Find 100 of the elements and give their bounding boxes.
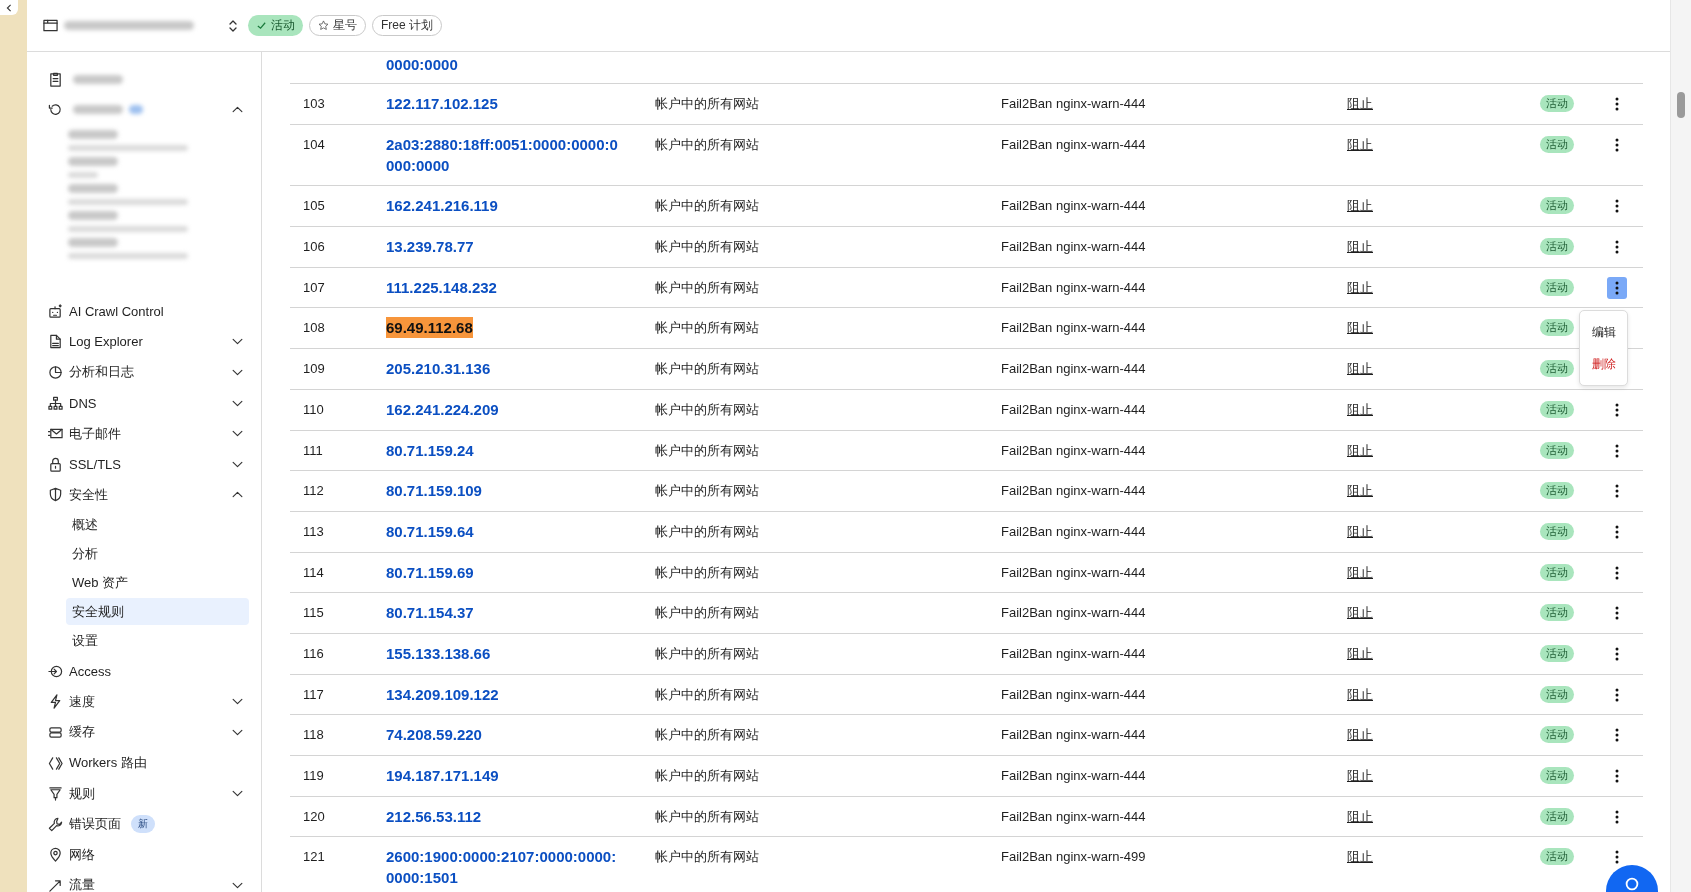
- ip-address-link[interactable]: 2600:1900:0000:2107:0000:0000:0000:1501: [386, 846, 619, 889]
- row-number: 120: [303, 808, 325, 824]
- star-label: 星号: [333, 17, 357, 34]
- action-link[interactable]: 阻止: [1347, 401, 1373, 417]
- vertical-dots-icon: [1615, 484, 1619, 499]
- action-link[interactable]: 阻止: [1347, 279, 1373, 295]
- menu-item[interactable]: 删除: [1591, 355, 1616, 372]
- ip-address-link[interactable]: 80.71.159.69: [386, 561, 474, 583]
- sidebar-item[interactable]: 分析和日志: [48, 357, 249, 388]
- ip-address-link[interactable]: 69.49.112.68: [386, 317, 473, 339]
- sidebar-item[interactable]: SSL/TLS: [48, 448, 249, 480]
- table-cell: 帐户中的所有网站: [655, 808, 759, 824]
- sidebar-item[interactable]: 网络: [48, 839, 249, 871]
- status-badge: 活动: [1540, 441, 1574, 459]
- action-link[interactable]: 阻止: [1347, 442, 1373, 458]
- table-cell: 帐户中的所有网站: [655, 645, 759, 661]
- status-badge: 活动: [1540, 319, 1574, 337]
- row-number: 107: [303, 279, 325, 295]
- sidebar-item[interactable]: AI Crawl Control: [48, 296, 249, 327]
- sidebar-item[interactable]: DNS: [48, 387, 249, 419]
- table-cell: 帐户中的所有网站: [655, 96, 759, 111]
- action-link[interactable]: 阻止: [1347, 849, 1373, 865]
- action-link[interactable]: 阻止: [1347, 727, 1373, 743]
- sidebar-item[interactable]: 错误页面 新: [48, 808, 249, 840]
- menu-item[interactable]: 编辑: [1591, 323, 1616, 340]
- row-number: 121: [303, 849, 325, 865]
- ip-address-link[interactable]: 205.210.31.136: [386, 358, 491, 380]
- action-link[interactable]: 阻止: [1347, 686, 1373, 702]
- status-badge: 活动: [1540, 95, 1574, 112]
- ip-address-link[interactable]: 194.187.171.149: [386, 765, 499, 786]
- sidebar-item[interactable]: Access: [48, 655, 249, 687]
- action-link[interactable]: 阻止: [1347, 198, 1373, 214]
- back-button[interactable]: [0, 0, 18, 15]
- sidebar-item[interactable]: 规则: [48, 778, 249, 809]
- status-badge: 活动: [1540, 807, 1574, 825]
- ip-address-link[interactable]: 80.71.159.109: [386, 480, 482, 502]
- vertical-dots-icon: [1615, 524, 1619, 539]
- ip-address-link[interactable]: 2a03:2880:18ff:0051:0000:0000:0000:0000: [386, 133, 619, 176]
- more-options-button[interactable]: [1607, 276, 1627, 299]
- ip-address-link[interactable]: 0000:0000: [386, 54, 458, 75]
- ip-address-link[interactable]: 155.133.138.66: [386, 642, 491, 664]
- table-cell: 帐户中的所有网站: [655, 239, 759, 255]
- sidebar-subitem[interactable]: 分析: [66, 540, 249, 568]
- sidebar-item[interactable]: 电子邮件: [48, 418, 249, 449]
- sidebar-item[interactable]: 流量: [48, 870, 249, 892]
- table-cell: Fail2Ban nginx-warn-444: [1001, 442, 1146, 458]
- action-link[interactable]: 阻止: [1347, 320, 1373, 336]
- action-link[interactable]: 阻止: [1347, 96, 1373, 111]
- ip-address-link[interactable]: 162.241.224.209: [386, 398, 499, 420]
- action-link[interactable]: 阻止: [1347, 239, 1373, 255]
- sidebar-subitem[interactable]: Web 资产: [66, 569, 249, 597]
- ip-address-link[interactable]: 13.239.78.77: [386, 236, 474, 258]
- plan-badge: Free 计划: [372, 15, 442, 36]
- sidebar-item[interactable]: Workers 路由: [48, 747, 249, 779]
- ip-address-link[interactable]: 111.225.148.232: [386, 276, 497, 298]
- status-badge: 活动: [1540, 767, 1574, 784]
- table-cell: Fail2Ban nginx-warn-444: [1001, 808, 1146, 824]
- action-link[interactable]: 阻止: [1347, 808, 1373, 824]
- ip-address-link[interactable]: 134.209.109.122: [386, 683, 499, 705]
- sidebar-item[interactable]: 速度: [48, 686, 249, 718]
- location-pin-icon: [48, 847, 63, 863]
- action-link[interactable]: 阻止: [1347, 564, 1373, 580]
- sidebar-item[interactable]: 安全性: [48, 479, 249, 511]
- ip-address-link[interactable]: 80.71.154.37: [386, 602, 474, 624]
- action-link[interactable]: 阻止: [1347, 136, 1373, 152]
- action-link[interactable]: 阻止: [1347, 523, 1373, 539]
- sidebar-item[interactable]: Log Explorer: [48, 326, 249, 358]
- chevron-left-icon: [5, 3, 13, 12]
- ip-address-link[interactable]: 162.241.216.119: [386, 195, 498, 217]
- star-button[interactable]: 星号: [309, 15, 366, 36]
- sidebar-subitem[interactable]: 设置: [66, 627, 249, 655]
- action-link[interactable]: 阻止: [1347, 645, 1373, 661]
- vertical-dots-icon: [1615, 240, 1619, 255]
- action-link[interactable]: 阻止: [1347, 605, 1373, 621]
- ip-address-link[interactable]: 212.56.53.112: [386, 805, 482, 827]
- action-link[interactable]: 阻止: [1347, 768, 1373, 783]
- scrollbar[interactable]: [1670, 0, 1691, 892]
- stacked-drives-icon: [48, 724, 63, 740]
- row-number: 109: [303, 361, 325, 377]
- table-cell: 帐户中的所有网站: [655, 401, 759, 417]
- row-number: 108: [303, 320, 325, 336]
- ip-address-link[interactable]: 80.71.159.64: [386, 520, 474, 542]
- ip-address-link[interactable]: 122.117.102.125: [386, 93, 498, 114]
- pie-chart-icon: [48, 365, 63, 380]
- vertical-dots-icon: [1615, 97, 1619, 111]
- shield-icon: [48, 487, 63, 503]
- row-number: 116: [303, 645, 324, 661]
- action-link[interactable]: 阻止: [1347, 361, 1373, 377]
- sidebar-subitem[interactable]: 安全规则: [66, 598, 249, 626]
- table-cell: Fail2Ban nginx-warn-444: [1001, 279, 1146, 295]
- star-icon: [318, 20, 329, 31]
- vertical-dots-icon: [1615, 565, 1619, 580]
- action-link[interactable]: 阻止: [1347, 483, 1373, 499]
- sidebar-item[interactable]: 缓存: [48, 717, 249, 748]
- sidebar-subitem[interactable]: 概述: [66, 511, 249, 539]
- row-number: 110: [303, 401, 324, 417]
- ip-address-link[interactable]: 74.208.59.220: [386, 724, 482, 746]
- ip-address-link[interactable]: 80.71.159.24: [386, 439, 474, 461]
- table-cell: Fail2Ban nginx-warn-444: [1001, 401, 1146, 417]
- table-cell: 帐户中的所有网站: [655, 136, 759, 152]
